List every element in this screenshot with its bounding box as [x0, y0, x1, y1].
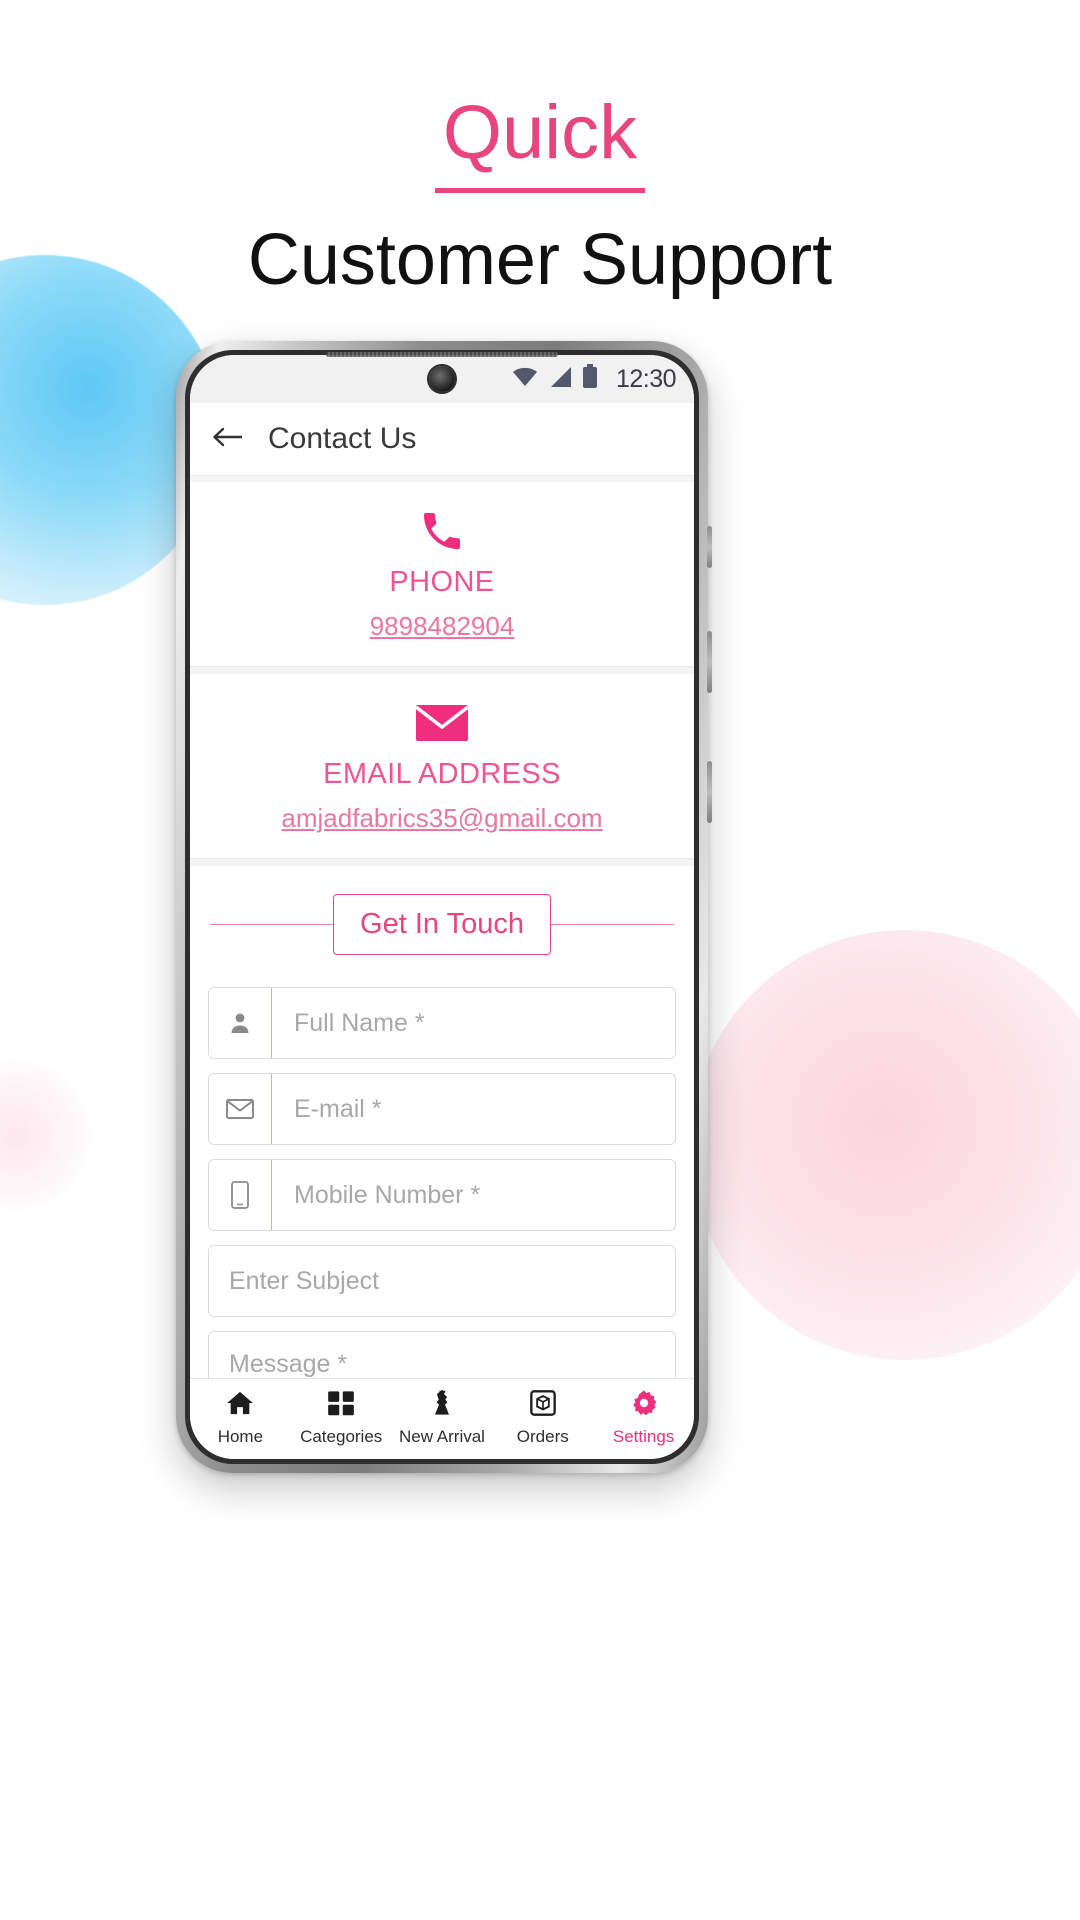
status-bar: 12:30 [190, 355, 694, 403]
status-bar-icons: 12:30 [511, 364, 677, 394]
mobile-number-input-wrap[interactable] [272, 1160, 675, 1230]
contact-card-phone-value[interactable]: 9898482904 [190, 611, 694, 642]
nav-label-categories: Categories [300, 1427, 383, 1446]
nav-item-orders[interactable]: Orders [497, 1389, 589, 1447]
email-input[interactable] [292, 1074, 675, 1144]
get-in-touch-section: Get In Touch [190, 866, 694, 977]
nav-label-orders: Orders [516, 1427, 569, 1446]
phone-screen: 12:30 Contact Us PHONE 9898482904 EMAIL … [190, 355, 694, 1459]
phone-bezel: 12:30 Contact Us PHONE 9898482904 EMAIL … [185, 350, 699, 1464]
mobile-number-input[interactable] [292, 1160, 675, 1230]
home-icon [225, 1389, 255, 1422]
wifi-icon [511, 366, 539, 393]
message-input[interactable] [227, 1348, 675, 1378]
contact-card-email[interactable]: EMAIL ADDRESS amjadfabrics35@gmail.com [190, 674, 694, 858]
divider-left [210, 924, 334, 925]
contact-card-email-value[interactable]: amjadfabrics35@gmail.com [190, 803, 694, 834]
background-blob-pink-small [0, 1060, 90, 1210]
full-name-input-wrap[interactable] [272, 988, 675, 1058]
phone-side-button-top[interactable] [707, 526, 712, 568]
nav-label-home: Home [217, 1427, 264, 1446]
nav-label-settings: Settings [612, 1427, 675, 1446]
bottom-navigation-bar: Home Categories New Arrival Orders Setti… [190, 1378, 694, 1459]
page-title: Contact Us [268, 422, 417, 455]
app-bar: Contact Us [190, 403, 694, 476]
person-icon [209, 988, 272, 1058]
earpiece-speaker [326, 352, 558, 357]
phone-icon [190, 508, 694, 554]
subject-input[interactable] [227, 1246, 675, 1316]
envelope-icon [209, 1074, 272, 1144]
field-mobile-number[interactable] [208, 1159, 676, 1231]
nav-label-new-arrival: New Arrival [399, 1427, 485, 1446]
nav-item-new-arrival[interactable]: New Arrival [396, 1389, 488, 1447]
page-headline: Quick Customer Support [0, 88, 1080, 303]
divider-right [550, 924, 674, 925]
subject-input-wrap[interactable] [209, 1246, 675, 1316]
full-name-input[interactable] [292, 988, 675, 1058]
box-icon [528, 1389, 558, 1422]
back-arrow-icon[interactable] [212, 425, 244, 454]
field-subject[interactable] [208, 1245, 676, 1317]
field-full-name[interactable] [208, 987, 676, 1059]
contact-card-phone-title: PHONE [389, 566, 495, 598]
contact-card-email-title: EMAIL ADDRESS [323, 758, 561, 790]
email-input-wrap[interactable] [272, 1074, 675, 1144]
headline-line-2: Customer Support [247, 220, 833, 300]
signal-icon [548, 366, 573, 393]
email-icon [190, 700, 694, 746]
nav-item-settings[interactable]: Settings [598, 1389, 690, 1447]
phone-side-button-bottom[interactable] [707, 761, 712, 823]
contact-form [190, 977, 694, 1378]
gear-icon [629, 1389, 659, 1422]
field-message[interactable] [208, 1331, 676, 1378]
battery-icon [582, 364, 598, 394]
mobile-icon [209, 1160, 272, 1230]
field-email[interactable] [208, 1073, 676, 1145]
phone-mockup: 12:30 Contact Us PHONE 9898482904 EMAIL … [176, 341, 712, 1473]
front-camera-punch-hole [429, 366, 455, 392]
dress-icon [427, 1389, 457, 1422]
contact-card-phone[interactable]: PHONE 9898482904 [190, 482, 694, 666]
phone-side-button-middle[interactable] [707, 631, 712, 693]
content-scroll-area[interactable]: PHONE 9898482904 EMAIL ADDRESS amjadfabr… [190, 476, 694, 1378]
nav-item-home[interactable]: Home [194, 1389, 286, 1447]
get-in-touch-button[interactable]: Get In Touch [333, 894, 551, 955]
background-blob-pink [690, 930, 1080, 1360]
headline-line-1: Quick [434, 88, 646, 193]
message-input-wrap[interactable] [209, 1332, 675, 1378]
nav-item-categories[interactable]: Categories [295, 1389, 387, 1447]
grid-icon [326, 1389, 356, 1422]
status-bar-time: 12:30 [615, 364, 677, 393]
